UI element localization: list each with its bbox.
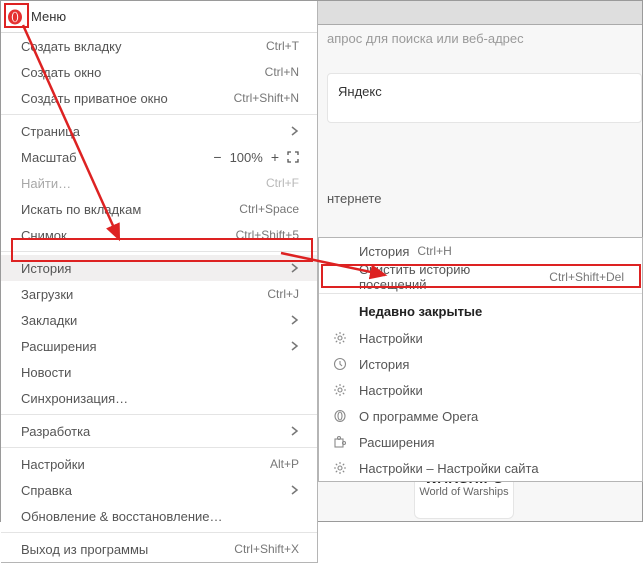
- menu-item-zoom[interactable]: Масштаб − 100% +: [1, 144, 317, 170]
- speed-dial-tile-yandex[interactable]: Яндекс: [327, 73, 642, 123]
- opera-icon: [7, 9, 23, 25]
- chevron-right-icon: [291, 339, 299, 354]
- fullscreen-icon[interactable]: [287, 151, 299, 163]
- menu-item-new-tab[interactable]: Создать вкладку Ctrl+T: [1, 33, 317, 59]
- menu-item-downloads[interactable]: Загрузки Ctrl+J: [1, 281, 317, 307]
- gear-icon: [333, 383, 347, 397]
- menu-item-news[interactable]: Новости: [1, 359, 317, 385]
- zoom-in-button[interactable]: +: [269, 149, 281, 165]
- recent-item[interactable]: Настройки: [319, 325, 642, 351]
- menu-item-sync[interactable]: Синхронизация…: [1, 385, 317, 411]
- separator: [1, 114, 317, 115]
- menu-item-developer[interactable]: Разработка: [1, 418, 317, 444]
- recent-item[interactable]: О программе Opera: [319, 403, 642, 429]
- recent-item[interactable]: История: [319, 351, 642, 377]
- menu-item-settings[interactable]: Настройки Alt+P: [1, 451, 317, 477]
- separator: [1, 447, 317, 448]
- tile-label: Яндекс: [338, 84, 382, 99]
- tile-label: World of Warships: [415, 486, 513, 498]
- menu-item-exit[interactable]: Выход из программы Ctrl+Shift+X: [1, 536, 317, 562]
- separator: [1, 532, 317, 533]
- menu-item-page[interactable]: Страница: [1, 118, 317, 144]
- recent-item[interactable]: Настройки – Настройки сайта: [319, 455, 642, 481]
- separator: [1, 414, 317, 415]
- chevron-right-icon: [291, 261, 299, 276]
- chevron-right-icon: [291, 424, 299, 439]
- history-submenu: История Ctrl+H Очистить историю посещени…: [318, 237, 643, 482]
- zoom-out-button[interactable]: −: [211, 149, 223, 165]
- page-text-fragment: нтернете: [327, 191, 381, 206]
- opera-small-icon: [333, 409, 347, 423]
- menu-item-bookmarks[interactable]: Закладки: [1, 307, 317, 333]
- main-menu: Меню Создать вкладку Ctrl+T Создать окно…: [1, 1, 318, 563]
- chevron-right-icon: [291, 313, 299, 328]
- menu-item-find[interactable]: Найти… Ctrl+F: [1, 170, 317, 196]
- address-bar-placeholder[interactable]: апрос для поиска или веб-адрес: [327, 31, 524, 46]
- submenu-item-history[interactable]: История Ctrl+H: [319, 238, 642, 264]
- recent-item[interactable]: Расширения: [319, 429, 642, 455]
- puzzle-icon: [333, 435, 347, 449]
- menu-item-snapshot[interactable]: Снимок Ctrl+Shift+5: [1, 222, 317, 248]
- chevron-right-icon: [291, 124, 299, 139]
- zoom-value: 100%: [230, 150, 263, 165]
- separator: [319, 293, 642, 294]
- menu-item-new-private-window[interactable]: Создать приватное окно Ctrl+Shift+N: [1, 85, 317, 111]
- menu-title: Меню: [31, 9, 66, 24]
- menu-item-help[interactable]: Справка: [1, 477, 317, 503]
- menu-item-extensions[interactable]: Расширения: [1, 333, 317, 359]
- clock-icon: [333, 357, 347, 371]
- separator: [1, 251, 317, 252]
- menu-item-update-restore[interactable]: Обновление & восстановление…: [1, 503, 317, 529]
- menu-item-history[interactable]: История: [1, 255, 317, 281]
- submenu-heading-recent: Недавно закрытые: [319, 297, 642, 325]
- menu-header[interactable]: Меню: [1, 1, 317, 33]
- gear-icon: [333, 461, 347, 475]
- recent-item[interactable]: Настройки: [319, 377, 642, 403]
- chevron-right-icon: [291, 483, 299, 498]
- gear-icon: [333, 331, 347, 345]
- menu-item-search-tabs[interactable]: Искать по вкладкам Ctrl+Space: [1, 196, 317, 222]
- menu-item-new-window[interactable]: Создать окно Ctrl+N: [1, 59, 317, 85]
- submenu-item-clear-history[interactable]: Очистить историю посещений Ctrl+Shift+De…: [319, 264, 642, 290]
